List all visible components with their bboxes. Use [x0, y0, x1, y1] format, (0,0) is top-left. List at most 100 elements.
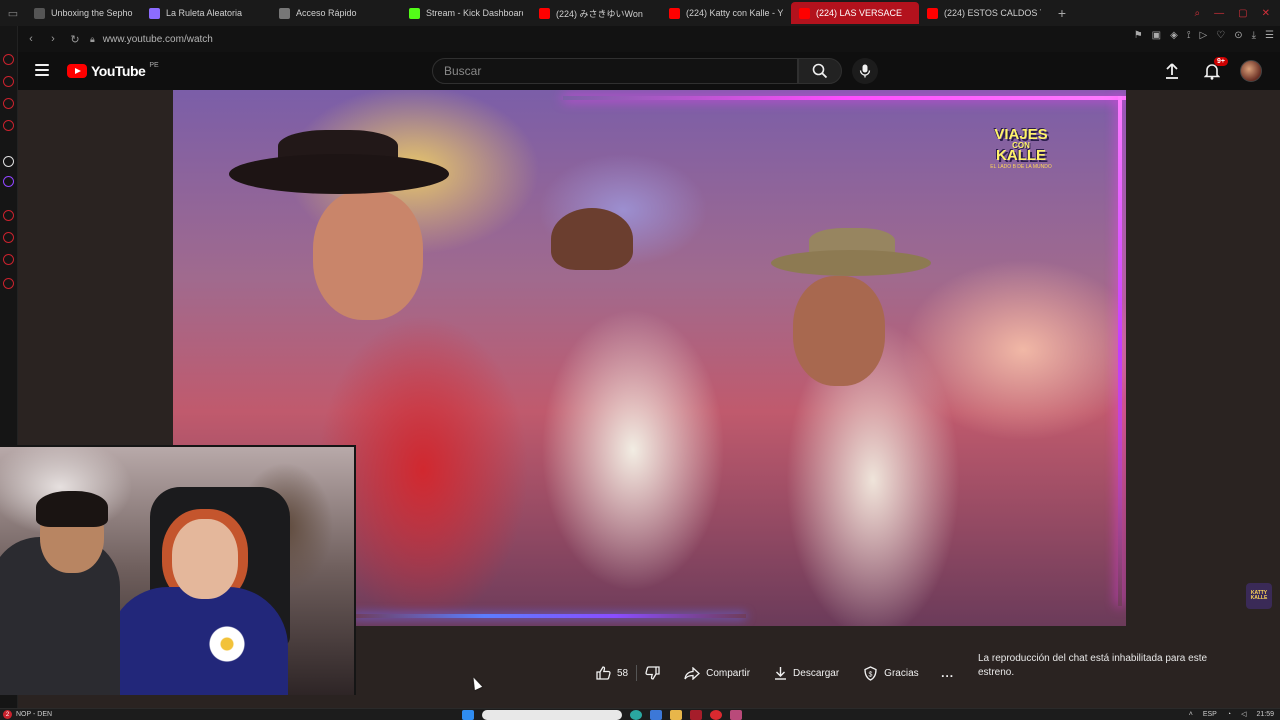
player-icon[interactable]: ▷ — [1200, 30, 1208, 41]
browser-tab[interactable]: Unboxing the Sephora Ad — [26, 2, 141, 24]
account-icon[interactable]: ⊙ — [1234, 30, 1242, 41]
browser-tab[interactable]: La Ruleta Aleatoria — [141, 2, 271, 24]
search-input[interactable] — [433, 59, 797, 83]
browser-tab[interactable]: (224) ESTOS CALDOS TE — [919, 2, 1049, 24]
app-icon-1[interactable] — [650, 710, 662, 720]
guest-figure — [793, 276, 885, 386]
menu-icon[interactable]: ☰ — [1265, 30, 1274, 41]
logo-line-1: VIAJES — [994, 126, 1048, 144]
edge-icon[interactable] — [630, 710, 642, 720]
sidebar-history-icon[interactable] — [3, 232, 14, 243]
search-icon — [812, 63, 828, 79]
more-actions-button[interactable]: ... — [935, 660, 961, 686]
like-count: 58 — [617, 667, 629, 679]
sidebar-clock-icon[interactable] — [3, 254, 14, 265]
folder-icon[interactable] — [670, 710, 682, 720]
taskbar-search[interactable] — [482, 710, 622, 720]
browser-tab[interactable]: Acceso Rápido — [271, 2, 401, 24]
download-icon[interactable]: ⤓ — [1252, 30, 1256, 41]
sidebar-whatsapp-icon[interactable] — [3, 98, 14, 109]
video-actions: 58 Compartir Descargar $ Gracias ... — [588, 660, 961, 686]
like-button[interactable]: 58 — [588, 660, 636, 686]
shield-icon[interactable]: ◈ — [1170, 30, 1178, 41]
sidebar-kick-icon[interactable] — [3, 156, 14, 167]
back-icon[interactable]: ‹ — [22, 30, 40, 48]
bookmark-icon[interactable]: ⚑ — [1134, 30, 1143, 41]
more-dots-icon: ... — [941, 666, 955, 680]
reload-icon[interactable]: ↻ — [66, 30, 84, 48]
taskbar-apps — [462, 710, 742, 720]
streamer-2-hoodie — [108, 587, 288, 695]
svg-text:$: $ — [869, 671, 873, 678]
thanks-label: Gracias — [884, 667, 919, 679]
language-indicator[interactable]: ESP — [1203, 711, 1217, 718]
corner-channel-logo: KATTY KALLE — [1246, 583, 1272, 609]
chat-disabled-message: La reproducción del chat está inhabilita… — [978, 653, 1208, 678]
sidebar-instagram-icon[interactable] — [3, 120, 14, 131]
download-arrow-icon — [775, 667, 787, 680]
notifications-button[interactable]: 9+ — [1200, 57, 1228, 83]
browser-tab[interactable]: (224) みさきゆいWon — [531, 2, 661, 24]
taskbar-left: 2 NOP - DEN — [3, 710, 52, 719]
sidebar-home-icon[interactable] — [3, 54, 14, 65]
webcam-overlay — [0, 445, 356, 695]
share-arrow-icon — [684, 666, 701, 680]
neon-frame-right — [1118, 96, 1122, 606]
youtube-logo[interactable]: YouTube PE — [67, 61, 159, 79]
minimize-icon[interactable]: — — [1214, 8, 1224, 19]
close-window-icon[interactable]: ✕ — [1262, 8, 1270, 19]
thanks-button[interactable]: $ Gracias — [855, 660, 926, 686]
neon-frame-bottom — [353, 614, 746, 618]
new-tab-button[interactable]: + — [1053, 4, 1071, 22]
network-icon[interactable]: ◔ — [1227, 711, 1231, 718]
thumbs-up-icon — [596, 666, 611, 680]
like-dislike-group: 58 — [588, 660, 668, 686]
sidebar-player-icon[interactable] — [3, 210, 14, 221]
browser-tab-strip: ▭ Unboxing the Sephora Ad La Ruleta Aleat… — [0, 0, 1280, 26]
pin-icon[interactable]: ⟟ — [1187, 30, 1191, 41]
voice-search-button[interactable] — [852, 58, 878, 84]
address-bar: ‹ › ↻ 🔒︎ www.youtube.com/watch ⚑ ▣ ◈ ⟟ ▷… — [18, 26, 1280, 52]
maximize-icon[interactable]: ▢ — [1238, 8, 1247, 19]
snapshot-icon[interactable]: ▣ — [1152, 30, 1161, 41]
share-label: Compartir — [706, 667, 751, 679]
screen: ▭ Unboxing the Sephora Ad La Ruleta Aleat… — [0, 0, 1280, 720]
sidebar-messenger-icon[interactable] — [3, 76, 14, 87]
search-button[interactable] — [798, 58, 842, 84]
app-icon-2[interactable] — [710, 710, 722, 720]
app-icon-3[interactable] — [730, 710, 742, 720]
share-button[interactable]: Compartir — [676, 660, 758, 686]
heart-icon[interactable]: ♡ — [1216, 30, 1225, 41]
dislike-button[interactable] — [637, 660, 668, 686]
guide-menu-icon[interactable] — [35, 64, 49, 76]
volume-icon[interactable]: ◁ — [1241, 710, 1246, 718]
opera-icon[interactable] — [690, 710, 702, 720]
tray-chevron-icon[interactable]: ˄ — [1189, 711, 1193, 718]
sidebar-settings-icon[interactable] — [3, 278, 14, 289]
search-tabs-icon[interactable]: ⌕ — [1195, 8, 1201, 19]
start-icon[interactable] — [462, 710, 474, 720]
browser-tab[interactable]: (224) LAS VERSACE — [791, 2, 919, 24]
create-upload-button[interactable] — [1160, 59, 1184, 83]
clock[interactable]: 21:59 — [1256, 711, 1274, 718]
system-tray: ˄ ESP ◔ ◁ 21:59 — [1189, 710, 1274, 719]
url-text[interactable]: www.youtube.com/watch — [103, 34, 213, 45]
account-avatar[interactable] — [1240, 60, 1262, 82]
download-button[interactable]: Descargar — [766, 660, 847, 686]
browser-tab[interactable]: Stream - Kick Dashboard — [401, 2, 531, 24]
sidebar-twitch-icon[interactable] — [3, 176, 14, 187]
tab-favicon-icon — [927, 7, 938, 19]
os-taskbar: 2 NOP - DEN ˄ ESP ◔ ◁ 21:59 — [0, 708, 1280, 720]
window-menu-icon[interactable]: ▭ — [0, 0, 26, 26]
search-box — [432, 58, 798, 84]
taskbar-label[interactable]: NOP - DEN — [16, 711, 52, 718]
region-code: PE — [149, 61, 159, 69]
notification-count-badge: 9+ — [1214, 57, 1228, 66]
forward-icon[interactable]: › — [44, 30, 62, 48]
daisy-print-icon — [208, 625, 246, 663]
browser-tab[interactable]: (224) Katty con Kalle - Yo — [661, 2, 791, 24]
taskbar-badge: 2 — [3, 710, 12, 719]
tab-label: (224) LAS VERSACE — [816, 8, 903, 18]
tab-label: Stream - Kick Dashboard — [426, 8, 523, 18]
lock-icon[interactable]: 🔒︎ — [90, 34, 95, 45]
